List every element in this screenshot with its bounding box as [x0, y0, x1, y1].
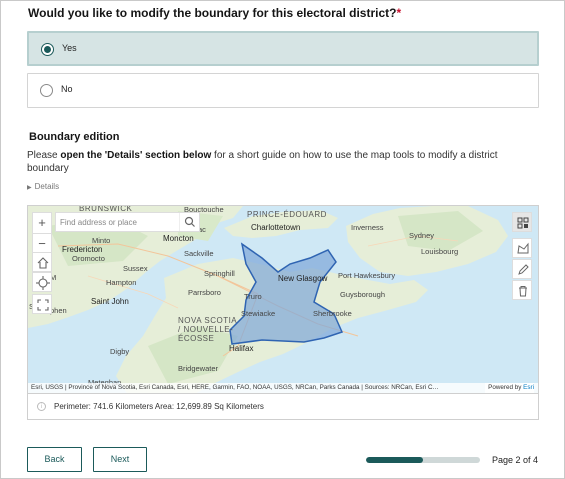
map-search	[55, 212, 200, 232]
map-label-bridgewater: Bridgewater	[178, 364, 219, 373]
map-label-minto: Minto	[92, 236, 111, 245]
map-label-sussex: Sussex	[123, 264, 148, 273]
map-search-button[interactable]	[179, 213, 199, 231]
back-button[interactable]: Back	[27, 447, 82, 472]
section-description: Please open the 'Details' section below …	[27, 149, 532, 175]
powered-by-text: Powered by	[488, 384, 522, 391]
map-label-sackville: Sackville	[184, 249, 214, 258]
map-label-digby: Digby	[110, 347, 130, 356]
section-title: Boundary edition	[29, 131, 120, 143]
polygon-icon	[517, 242, 529, 254]
details-toggle[interactable]: ▶ Details	[27, 182, 59, 191]
map-label-inverness: Inverness	[351, 223, 384, 232]
esri-link[interactable]: Esri	[523, 384, 534, 391]
info-icon: i	[37, 402, 46, 411]
map-label-port-hawkesbury: Port Hawkesbury	[338, 271, 396, 280]
map-label-louisbourg: Louisbourg	[421, 247, 459, 256]
option-yes[interactable]: Yes	[27, 31, 539, 66]
map-attribution: Esri, USGS | Province of Nova Scotia, Es…	[28, 383, 538, 393]
edit-tool-button[interactable]	[512, 259, 532, 279]
map-label-moncton: Moncton	[163, 234, 194, 243]
map-label-charlottetown: Charlottetown	[251, 223, 301, 232]
locate-icon	[36, 276, 50, 290]
details-label: Details	[34, 182, 60, 191]
sketch-toolbar	[512, 212, 532, 301]
pencil-icon	[518, 264, 529, 275]
select-tool-button[interactable]	[512, 212, 532, 232]
zoom-out-button[interactable]: −	[33, 233, 51, 253]
map-label-stewiacke: Stewiacke	[241, 309, 276, 318]
next-button[interactable]: Next	[93, 447, 147, 472]
map-label-springhill: Springhill	[204, 269, 235, 278]
map-view[interactable]: BRUNSWICK Bouctouche PRINCE-ÉDOUARD Char…	[27, 205, 539, 394]
map-label-nova-scotia-3: ÉCOSSE	[178, 334, 215, 343]
map-label-truro: Truro	[244, 292, 262, 301]
map-search-input[interactable]	[60, 216, 178, 229]
desc-bold: open the 'Details' section below	[60, 150, 212, 161]
delete-tool-button[interactable]	[512, 280, 532, 300]
map-label-hampton: Hampton	[106, 278, 137, 287]
map-label-parrsboro: Parrsboro	[188, 288, 221, 297]
map-label-saint-john: Saint John	[91, 297, 129, 306]
triangle-right-icon: ▶	[27, 185, 32, 191]
question-heading: Would you like to modify the boundary fo…	[28, 6, 401, 20]
measurement-bar: i Perimeter: 741.6 Kilometers Area: 12,6…	[27, 394, 539, 420]
map-label-nova-scotia-2: / NOUVELLE-	[178, 325, 234, 334]
map-label-prince-edouard: PRINCE-ÉDOUARD	[247, 210, 327, 219]
map-label-sydney: Sydney	[409, 231, 435, 240]
map-label-new-glasgow: New Glasgow	[278, 274, 328, 283]
search-icon	[184, 216, 195, 227]
required-mark: *	[396, 6, 402, 20]
fullscreen-icon	[37, 299, 49, 311]
map-label-sherbrooke: Sherbrooke	[313, 309, 352, 318]
radio-yes[interactable]	[41, 43, 54, 56]
measurement-text: Perimeter: 741.6 Kilometers Area: 12,699…	[54, 402, 264, 411]
question-text: Would you like to modify the boundary fo…	[28, 6, 397, 20]
map-label-nova-scotia-1: NOVA SCOTIA	[178, 316, 238, 325]
map-label-halifax: Halifax	[229, 344, 254, 353]
map-label-fredericton: Fredericton	[62, 245, 103, 254]
map-label-guysborough: Guysborough	[340, 290, 386, 299]
map-label-oromocto: Oromocto	[72, 254, 105, 263]
option-no[interactable]: No	[27, 73, 539, 108]
powered-by: Powered by Esri	[485, 383, 534, 393]
desc-prefix: Please	[27, 150, 61, 161]
home-button[interactable]	[32, 252, 52, 272]
locate-button[interactable]	[32, 272, 52, 292]
option-yes-label: Yes	[62, 43, 77, 53]
polygon-tool-button[interactable]	[512, 238, 532, 258]
trash-icon	[519, 286, 527, 297]
home-icon	[37, 257, 49, 269]
zoom-in-button[interactable]: +	[33, 213, 51, 233]
progress-fill	[366, 457, 423, 463]
select-icon	[517, 217, 529, 229]
fullscreen-button[interactable]	[32, 294, 52, 314]
attribution-text: Esri, USGS | Province of Nova Scotia, Es…	[31, 384, 439, 391]
zoom-control: + −	[32, 212, 52, 254]
radio-no[interactable]	[40, 84, 53, 97]
option-no-label: No	[61, 84, 73, 94]
page-indicator: Page 2 of 4	[492, 455, 539, 465]
progress-bar	[366, 457, 480, 463]
